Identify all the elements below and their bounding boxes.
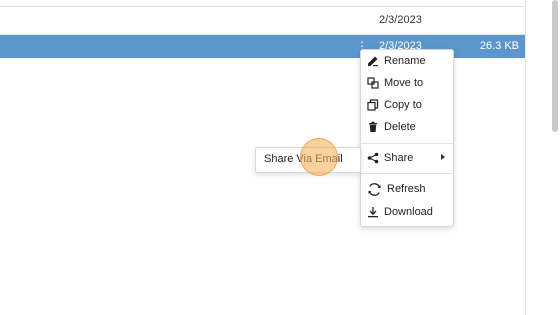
menu-item-label: Move to [384, 77, 424, 89]
file-size: 26.3 KB [479, 40, 519, 52]
scrollbar-thumb[interactable] [552, 0, 558, 132]
share-submenu: Share Via Email [255, 147, 361, 173]
menu-item-rename[interactable]: Rename [361, 50, 453, 72]
menu-item-label: Share [384, 152, 414, 164]
menu-item-delete[interactable]: Delete [361, 116, 453, 138]
copy-icon [367, 99, 379, 111]
context-menu: Rename Move to Copy to Delete Share Refr… [360, 49, 454, 227]
move-icon [367, 77, 379, 89]
file-date: 2/3/2023 [379, 14, 422, 26]
menu-item-copy-to[interactable]: Copy to [361, 94, 453, 116]
refresh-icon [367, 182, 382, 196]
menu-item-label: Rename [384, 55, 426, 67]
menu-divider [361, 143, 453, 144]
menu-item-label: Copy to [384, 99, 422, 111]
chevron-right-icon [441, 154, 445, 160]
file-list-top-row [0, 0, 525, 7]
menu-item-label: Refresh [387, 183, 426, 195]
file-row[interactable]: 2/3/2023 [0, 7, 525, 35]
menu-item-share[interactable]: Share [361, 147, 453, 169]
menu-item-share-via-email[interactable]: Share Via Email [264, 153, 343, 165]
menu-divider [361, 173, 453, 174]
share-icon [367, 152, 379, 164]
menu-item-download[interactable]: Download [361, 201, 453, 223]
menu-item-move-to[interactable]: Move to [361, 72, 453, 94]
download-icon [367, 206, 379, 218]
menu-item-refresh[interactable]: Refresh [361, 178, 453, 200]
menu-item-label: Delete [384, 121, 416, 133]
trash-icon [367, 121, 379, 133]
pencil-icon [367, 55, 379, 67]
menu-item-label: Download [384, 206, 433, 218]
